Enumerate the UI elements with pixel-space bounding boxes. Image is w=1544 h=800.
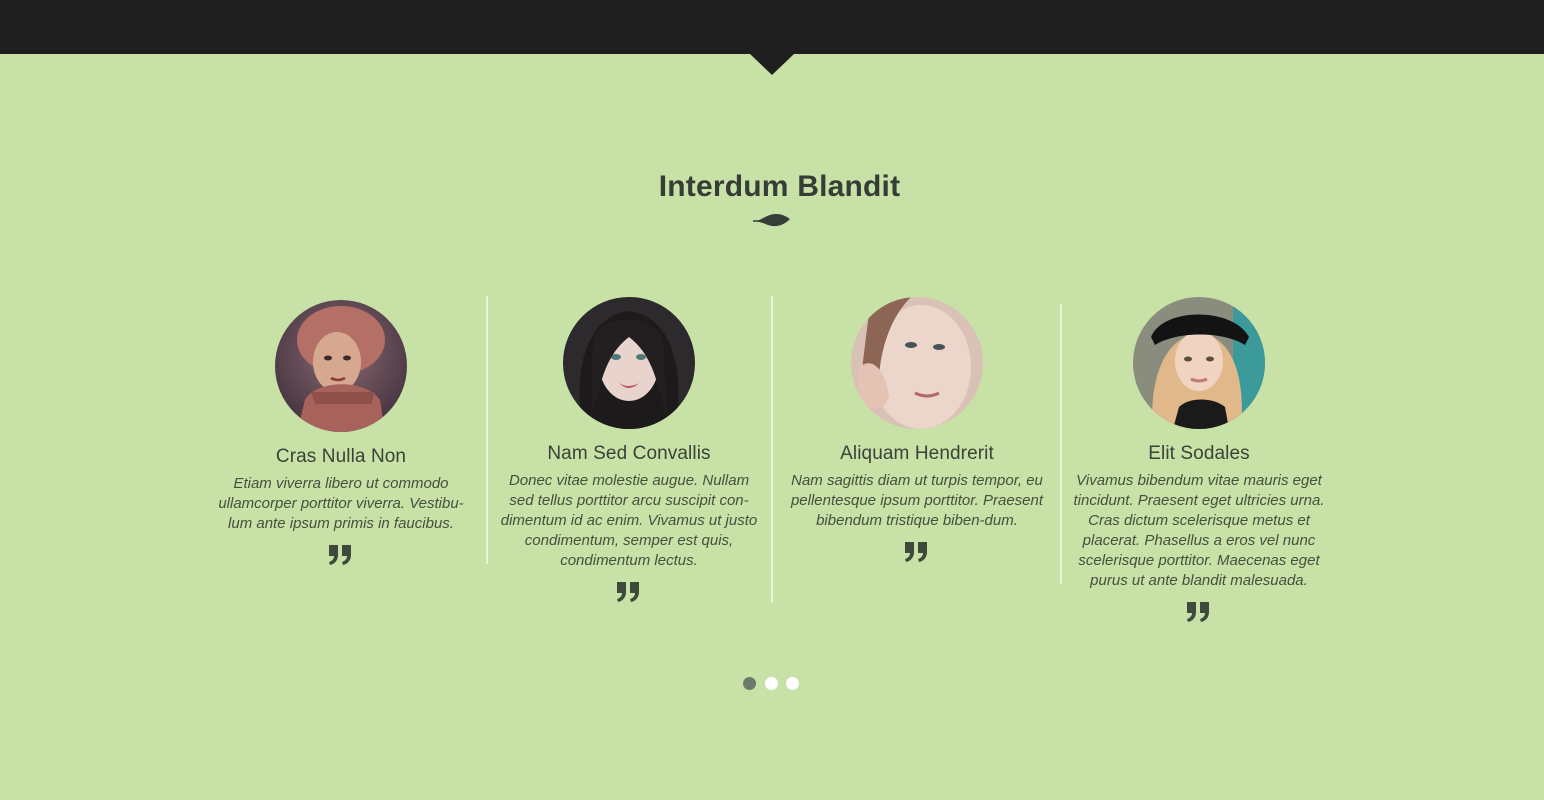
section-title: Interdum Blandit <box>658 170 901 203</box>
testimonial-card: Nam Sed Convallis Donec vitae molestie a… <box>486 296 772 603</box>
testimonial-text: Nam sagittis diam ut turpis tempor, eu p… <box>790 472 1044 529</box>
testimonial-text: Donec vitae molestie augue. Nullam sed t… <box>500 472 758 569</box>
testimonial-name: Elit Sodales <box>1148 443 1250 464</box>
testimonial-name: Cras Nulla Non <box>275 446 407 467</box>
testimonial-name: Aliquam Hendrerit <box>840 443 994 464</box>
quote-icon <box>1187 602 1209 622</box>
leaf-icon <box>753 214 790 227</box>
quote-icon <box>329 545 351 565</box>
top-bar <box>0 0 1544 54</box>
pagination-dot[interactable] <box>743 677 756 690</box>
testimonial-card: Aliquam Hendrerit Nam sagittis diam ut t… <box>774 296 1060 563</box>
avatar <box>563 297 695 429</box>
pagination-dot[interactable] <box>786 677 799 690</box>
quote-icon <box>905 542 927 562</box>
testimonials-carousel: Cras Nulla Non Etiam viverra libero ut c… <box>198 296 1346 622</box>
quote-icon <box>617 582 639 602</box>
testimonial-card: Elit Sodales Vivamus bibendum vitae maur… <box>1056 296 1342 623</box>
pagination-dot[interactable] <box>765 677 778 690</box>
testimonial-name: Nam Sed Convallis <box>547 443 711 464</box>
testimonial-text: Etiam viverra libero ut commodo ullamcor… <box>218 475 464 532</box>
avatar <box>275 300 407 432</box>
testimonial-card: Cras Nulla Non Etiam viverra libero ut c… <box>198 296 484 566</box>
card-divider <box>771 296 773 603</box>
avatar <box>1133 297 1265 429</box>
avatar <box>851 297 983 429</box>
testimonial-text: Vivamus bibendum vitae mauris eget tinci… <box>1073 472 1325 589</box>
top-bar-pointer <box>750 54 794 75</box>
